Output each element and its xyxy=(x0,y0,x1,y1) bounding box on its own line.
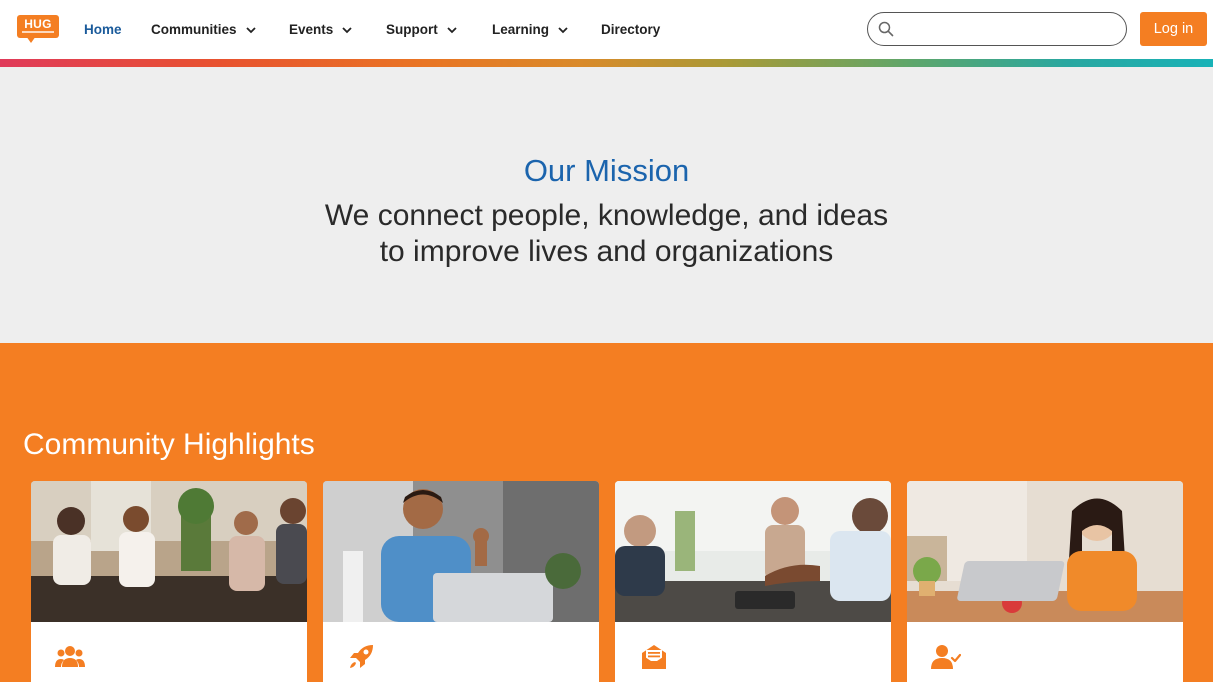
chevron-down-icon xyxy=(342,26,352,33)
nav-support-label: Support xyxy=(386,22,438,37)
card-photo-woman-laptop xyxy=(907,481,1183,622)
user-check-icon xyxy=(931,645,961,669)
highlight-card[interactable] xyxy=(907,481,1183,682)
nav-support[interactable]: Support xyxy=(386,0,458,59)
login-button[interactable]: Log in xyxy=(1140,12,1207,46)
nav-communities[interactable]: Communities xyxy=(151,0,257,59)
card-photo-colleagues xyxy=(31,481,307,622)
chevron-down-icon xyxy=(245,26,256,33)
nav-directory-label: Directory xyxy=(601,22,661,37)
nav-events[interactable]: Events xyxy=(289,0,353,59)
logo-bubble-tail xyxy=(26,36,36,43)
chevron-down-icon xyxy=(447,26,457,33)
nav-home[interactable]: Home xyxy=(84,0,122,59)
logo-text: HUG xyxy=(24,17,52,31)
chevron-down-icon xyxy=(558,26,568,33)
highlight-card[interactable] xyxy=(31,481,307,682)
community-highlights-section: Community Highlights xyxy=(0,343,1213,682)
card-photo-meeting xyxy=(615,481,891,622)
envelope-open-icon xyxy=(642,645,666,669)
nav-learning[interactable]: Learning xyxy=(492,0,569,59)
highlight-card[interactable] xyxy=(615,481,891,682)
search-box[interactable] xyxy=(867,12,1127,46)
search-input[interactable] xyxy=(900,18,1115,40)
mission-title: Our Mission xyxy=(523,153,690,188)
logo-tagline-bar xyxy=(22,31,54,33)
search-icon xyxy=(878,21,894,37)
nav-home-label: Home xyxy=(84,22,122,37)
hug-logo[interactable]: HUG xyxy=(17,15,59,43)
rocket-icon xyxy=(350,645,373,668)
mission-statement-line-1: We connect people, knowledge, and ideas xyxy=(324,199,889,232)
site-header: HUG Home Communities Events Support Lear… xyxy=(0,0,1213,59)
card-photo-video-call xyxy=(323,481,599,622)
nav-directory[interactable]: Directory xyxy=(601,0,660,59)
mission-statement-line-2: to improve lives and organizations xyxy=(379,235,834,268)
nav-events-label: Events xyxy=(289,22,334,37)
highlight-card[interactable] xyxy=(323,481,599,682)
nav-learning-label: Learning xyxy=(492,22,550,37)
users-icon xyxy=(55,646,85,667)
nav-communities-label: Communities xyxy=(151,22,237,37)
rainbow-divider xyxy=(0,59,1213,67)
highlights-title: Community Highlights xyxy=(23,428,315,461)
mission-section: Our Mission We connect people, knowledge… xyxy=(0,67,1213,343)
